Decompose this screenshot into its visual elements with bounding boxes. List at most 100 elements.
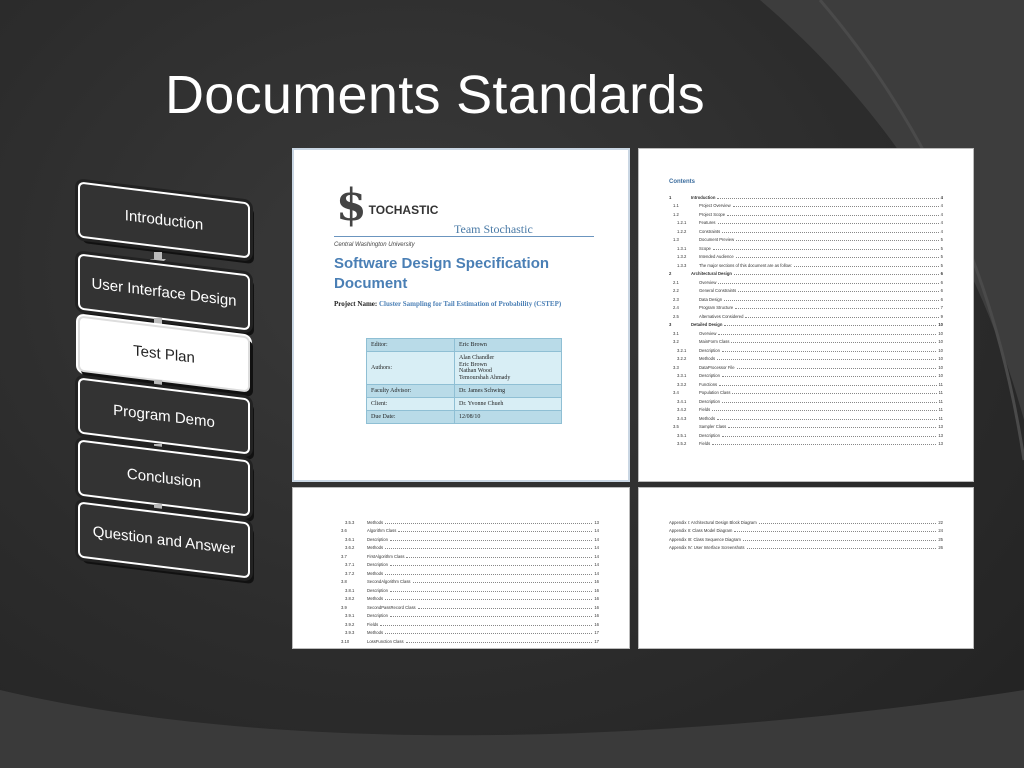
toc-title: Project Scope	[699, 211, 726, 217]
toc-number: 3.9.2	[345, 621, 355, 627]
toc-title: Algorithm Class	[367, 528, 397, 533]
toc-number: 1.2.1	[677, 220, 687, 225]
toc-entry: 3.5.1 Description 13	[669, 429, 943, 438]
toc-entry: 3.8.2 Methods 16	[337, 593, 599, 601]
toc-page-number: 10	[938, 347, 943, 353]
toc-leader	[736, 240, 939, 241]
toc-page-number: 5	[940, 262, 943, 268]
step-introduction[interactable]: Introduction	[78, 181, 250, 259]
toc-leader	[717, 197, 939, 199]
toc-leader	[732, 393, 937, 394]
toc-leader	[380, 624, 593, 626]
toc-leader	[727, 214, 939, 216]
toc-title: DataProcessor File	[699, 364, 735, 370]
toc-entry: 3.6.1 Description 14	[337, 533, 599, 542]
toc-title: Methods	[699, 415, 716, 421]
toc-leader	[724, 325, 937, 326]
toc-title: Alternatives Considered	[699, 313, 744, 319]
toc-number: 1.3	[673, 237, 679, 242]
toc-title: Methods	[367, 545, 384, 550]
toc-page-number: 13	[594, 519, 599, 525]
toc-leader	[389, 565, 593, 566]
toc-leader	[389, 616, 593, 617]
toc-page-number: 5	[940, 245, 943, 251]
project-name: Project Name: Cluster Sampling for Tail …	[334, 300, 594, 309]
table-key: Authors:	[366, 351, 455, 385]
toc-leader	[712, 410, 937, 411]
process-flow: Introduction User Interface Design Test …	[70, 180, 260, 580]
toc-leader	[732, 206, 939, 207]
toc-page-number: 14	[594, 545, 599, 550]
divider	[334, 236, 594, 237]
document-contents-page-2: 3.5.3 Methods 13 3.6 Algorithm Class 14 3.6.1 D…	[292, 487, 630, 649]
table-row: Client: Dr. Yvonne Chueh	[366, 397, 562, 411]
toc-number: 3.7.2	[345, 570, 355, 576]
toc-number: 3.5.2	[677, 441, 687, 446]
toc-number: 1.2	[673, 211, 679, 217]
table-row: Due Date: 12/08/10	[366, 410, 562, 424]
toc-title: LossFunction Class	[367, 638, 404, 644]
toc-title: Constraints	[699, 228, 721, 234]
toc-number: 3.2.2	[677, 356, 687, 361]
toc-page-number: 6	[940, 288, 943, 293]
toc-number: 3.5.1	[677, 432, 687, 438]
toc-page-number: 26	[938, 545, 943, 550]
document-info-table: Editor: Eric Brown Authors: Alan Chandler …	[366, 338, 562, 424]
document-title: Software Design Specification Document	[334, 255, 550, 292]
toc-leader	[722, 231, 939, 233]
toc-leader	[719, 384, 937, 386]
toc-page-number: 4	[940, 211, 943, 217]
toc-entry: 3.7.2 Methods 14	[337, 567, 599, 576]
step-label: Program Demo	[113, 401, 215, 431]
toc-leader	[731, 342, 937, 343]
toc-page-number: 4	[940, 228, 943, 234]
toc-entry: 3.6 Algorithm Class 14	[337, 525, 599, 533]
step-label: Question and Answer	[92, 522, 236, 558]
toc-page-number: 6	[940, 271, 943, 276]
toc-leader	[398, 531, 593, 532]
toc-number: 3.5.3	[345, 519, 355, 525]
toc-page-number: 24	[938, 528, 943, 533]
toc-leader	[721, 435, 937, 437]
toc-leader	[717, 223, 939, 224]
step-label: User Interface Design	[91, 274, 237, 310]
toc-title: SecondAlgorithm Class	[367, 579, 411, 584]
toc-title: The major sections of this document are …	[699, 262, 793, 268]
toc-number: 3.9.3	[345, 630, 355, 635]
toc-entry: 3.2.1 Description 10	[669, 344, 943, 353]
toc-leader	[734, 531, 937, 532]
table-row: Faculty Advisor: Dr. James Schwing	[366, 384, 562, 398]
toc-title: Description	[367, 536, 388, 542]
toc-number: 3.4.1	[677, 398, 687, 404]
toc-number: 1	[669, 194, 672, 200]
toc-entry: 1 Introduction 4	[669, 191, 943, 200]
toc-entry: 3.3.1 Description 10	[669, 370, 943, 378]
toc-title: Document Preview	[699, 237, 735, 242]
toc-number: 2.4	[673, 305, 679, 310]
toc-entry: 3.5 Sampler Class 13	[669, 421, 943, 429]
toc-leader	[712, 248, 939, 250]
toc-list-1: Contents 1 Introduction 4 1.1 Project Overvi…	[669, 179, 943, 446]
toc-page-number: 17	[594, 638, 599, 644]
toc-page-number: 10	[938, 322, 943, 327]
toc-leader	[721, 376, 937, 377]
toc-page-number: 16	[594, 587, 599, 593]
table-value: Alan Chandler Eric Brown Nathan Wood Tem…	[454, 351, 562, 385]
toc-number: 3.8.1	[345, 587, 355, 593]
toc-number: 3.3.1	[677, 373, 687, 378]
toc-leader	[385, 573, 593, 575]
toc-entry: 3.8 SecondAlgorithm Class 16	[337, 576, 599, 584]
toc-leader	[724, 299, 939, 301]
project-value: Cluster Sampling for Tail Estimation of …	[378, 300, 562, 308]
toc-entry: Appendix IV: User Interface Screenshots 2…	[669, 542, 943, 550]
toc-page-number: 16	[594, 579, 599, 584]
toc-number: 3.3.2	[677, 381, 687, 387]
toc-entry: 3.6.2 Methods 14	[337, 542, 599, 550]
toc-entry: 3.4 Population Class 11	[669, 387, 943, 395]
toc-page-number: 10	[938, 364, 943, 370]
toc-title: Data Design	[699, 296, 723, 302]
toc-entry: 3.9.3 Methods 17	[337, 627, 599, 635]
toc-leader	[417, 607, 593, 609]
toc-number: 3.2	[673, 339, 679, 344]
toc-leader	[735, 257, 939, 258]
